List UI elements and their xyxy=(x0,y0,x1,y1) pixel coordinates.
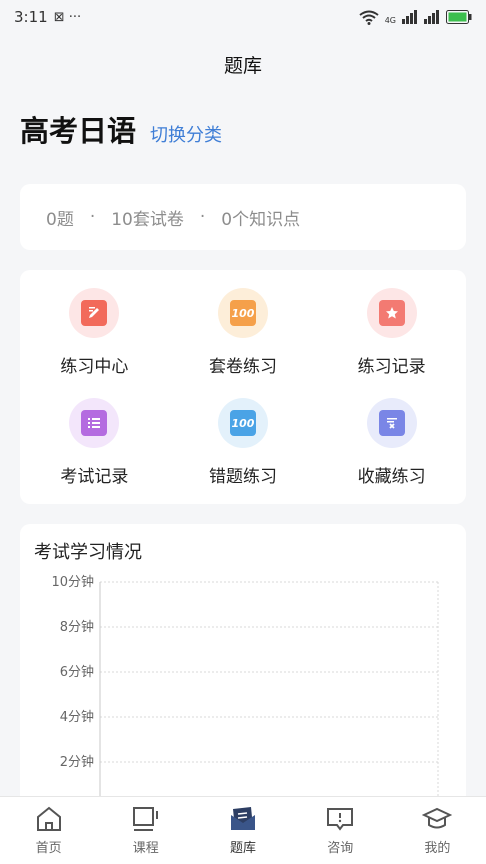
tab-label: 咨询 xyxy=(327,841,354,856)
wrong-question-practice-button[interactable]: 100 错题练习 xyxy=(169,398,318,496)
bottom-tab-bar: 首页 课程 题库 咨询 我的 xyxy=(0,796,486,864)
feature-grid: 练习中心 100 套卷练习 练习记录 考试记录 100 错题练习 收藏练习 xyxy=(20,288,466,496)
grid-item-label: 练习记录 xyxy=(357,357,426,377)
grid-item-label: 收藏练习 xyxy=(357,467,426,487)
status-time: 3:11 xyxy=(14,8,48,26)
practice-center-icon xyxy=(69,288,120,338)
tab-course[interactable]: 课程 xyxy=(97,797,194,864)
tab-label: 题库 xyxy=(230,841,257,856)
question-bank-icon xyxy=(231,807,255,830)
grid-item-label: 练习中心 xyxy=(60,357,129,377)
paper-set-icon: 100 xyxy=(217,288,268,338)
knowledge-point-count: 0个知识点 xyxy=(221,209,301,230)
chart-title: 考试学习情况 xyxy=(34,542,142,563)
switch-category-link[interactable]: 切换分类 xyxy=(150,121,222,147)
subject-header: 高考日语 切换分类 xyxy=(0,108,486,164)
study-chart-card: 考试学习情况 10分钟 8分钟 6分钟 4分钟 2分钟 xyxy=(20,524,466,814)
tab-question-bank[interactable]: 题库 xyxy=(194,797,291,864)
tab-home[interactable]: 首页 xyxy=(0,797,97,864)
tab-label: 课程 xyxy=(132,841,159,856)
tab-profile[interactable]: 我的 xyxy=(389,797,486,864)
practice-record-button[interactable]: 练习记录 xyxy=(317,288,466,386)
favorite-practice-icon xyxy=(366,398,417,448)
y-tick-label: 4分钟 xyxy=(60,709,94,725)
signal-icon xyxy=(402,10,417,24)
paper-count: 10套试卷 xyxy=(111,209,184,230)
question-count: 0题 xyxy=(46,209,74,230)
study-chart: 10分钟 8分钟 6分钟 4分钟 2分钟 xyxy=(51,574,439,800)
page-title: 题库 xyxy=(223,54,262,77)
favorite-practice-button[interactable]: 收藏练习 xyxy=(317,398,466,496)
stats-card: 0题 · 10套试卷 · 0个知识点 xyxy=(20,184,466,250)
tab-label: 我的 xyxy=(424,841,451,856)
y-tick-label: 2分钟 xyxy=(60,754,94,770)
nav-bar: 题库 xyxy=(0,34,486,94)
tab-consult[interactable]: 咨询 xyxy=(292,797,389,864)
home-icon xyxy=(36,806,61,831)
y-tick-label: 10分钟 xyxy=(51,574,94,590)
profile-icon xyxy=(422,807,453,829)
consult-icon xyxy=(327,808,354,831)
practice-center-button[interactable]: 练习中心 xyxy=(20,288,169,386)
signal-icon-2 xyxy=(424,10,439,24)
tab-label: 首页 xyxy=(35,841,62,856)
paper-set-practice-button[interactable]: 100 套卷练习 xyxy=(169,288,318,386)
status-bar: 3:11 ⊠ ··· 4G xyxy=(0,0,486,34)
grid-item-label: 考试记录 xyxy=(60,467,129,487)
y-tick-label: 8分钟 xyxy=(60,619,94,635)
grid-item-label: 套卷练习 xyxy=(208,357,277,377)
practice-record-icon xyxy=(366,288,417,338)
grid-item-label: 错题练习 xyxy=(208,467,277,487)
stats-separator: · xyxy=(89,207,96,227)
exam-record-button[interactable]: 考试记录 xyxy=(20,398,169,496)
exam-record-icon xyxy=(69,398,120,448)
stats-separator: · xyxy=(199,207,206,227)
feature-grid-card: 练习中心 100 套卷练习 练习记录 考试记录 100 错题练习 收藏练习 xyxy=(20,270,466,504)
subject-title: 高考日语 xyxy=(20,114,137,148)
wifi-icon xyxy=(359,10,379,25)
network-type-label: 4G xyxy=(384,15,396,25)
course-icon xyxy=(132,807,158,831)
wrong-question-icon: 100 xyxy=(217,398,268,448)
battery-icon xyxy=(446,10,472,24)
y-tick-label: 6分钟 xyxy=(60,664,94,680)
status-notification-icons: ⊠ ··· xyxy=(53,9,82,25)
